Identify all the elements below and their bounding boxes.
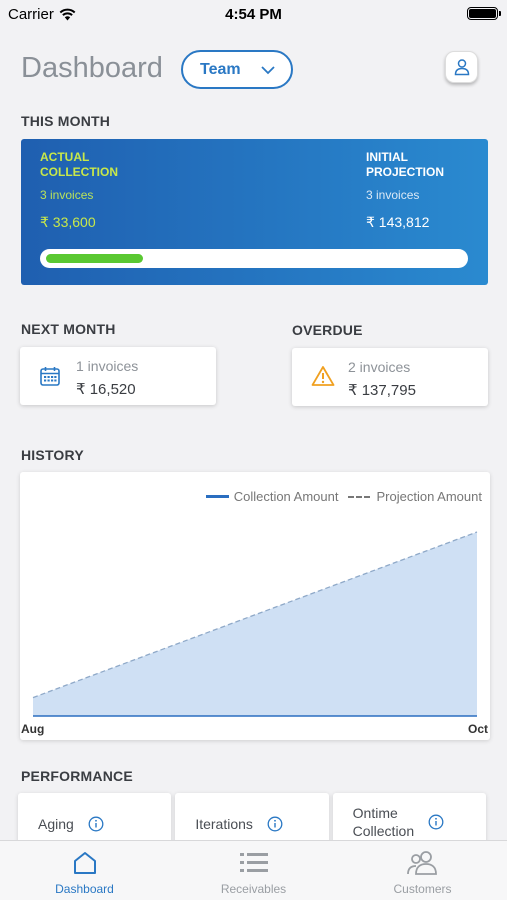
profile-button[interactable]	[445, 51, 478, 83]
history-heading: HISTORY	[21, 447, 84, 463]
this-month-heading: THIS MONTH	[21, 113, 111, 129]
initial-projection-title: INITIAL PROJECTION	[366, 150, 445, 179]
overdue-invoices: 2 invoices	[348, 359, 411, 375]
tab-receivables-label: Receivables	[220, 882, 287, 896]
people-icon	[406, 851, 437, 875]
overdue-heading: OVERDUE	[292, 322, 363, 338]
tab-customers-label: Customers	[393, 882, 452, 896]
calendar-icon	[40, 367, 60, 386]
next-month-amount: ₹ 16,520	[76, 381, 136, 398]
overdue-amount: ₹ 137,795	[348, 382, 416, 399]
collection-progress-fill	[46, 254, 143, 263]
team-dropdown[interactable]: Team	[181, 50, 293, 89]
next-month-card[interactable]: 1 invoices ₹ 16,520	[20, 347, 216, 405]
iterations-label: Iterations	[195, 816, 253, 833]
chevron-down-icon	[261, 66, 275, 75]
actual-collection: ACTUAL COLLECTION 3 invoices ₹ 33,600	[40, 150, 118, 231]
next-month-heading: NEXT MONTH	[21, 321, 116, 337]
x-tick-end: Oct	[467, 722, 488, 736]
tab-customers[interactable]: Customers	[338, 841, 507, 900]
aging-label: Aging	[38, 816, 74, 833]
warning-icon	[311, 366, 335, 386]
user-icon	[454, 59, 469, 76]
history-plot	[32, 531, 478, 717]
projection-amount: ₹ 143,812	[366, 214, 430, 230]
battery-icon	[467, 7, 501, 20]
page-title: Dashboard	[21, 52, 163, 84]
tab-bar: Dashboard Receivables Customers	[0, 840, 507, 900]
tab-dashboard[interactable]: Dashboard	[0, 841, 169, 900]
collection-progress-bar	[40, 249, 468, 268]
this-month-card[interactable]: ACTUAL COLLECTION 3 invoices ₹ 33,600 IN…	[21, 139, 488, 285]
initial-projection: INITIAL PROJECTION 3 invoices ₹ 143,812	[366, 150, 444, 231]
actual-invoices: 3 invoices	[40, 188, 94, 202]
projection-invoices: 3 invoices	[366, 188, 420, 202]
history-chart: Collection Amount Projection Amount Aug …	[20, 472, 490, 740]
tab-receivables[interactable]: Receivables	[169, 841, 338, 900]
projection-area	[33, 532, 477, 716]
info-icon[interactable]	[428, 814, 444, 830]
home-icon	[73, 852, 96, 874]
overdue-card[interactable]: 2 invoices ₹ 137,795	[292, 348, 488, 406]
actual-collection-title: ACTUAL COLLECTION	[40, 150, 118, 179]
actual-amount: ₹ 33,600	[40, 214, 96, 230]
info-icon[interactable]	[267, 816, 283, 832]
status-bar: Carrier 4:54 PM	[0, 0, 507, 28]
tab-dashboard-label: Dashboard	[55, 882, 114, 896]
ontime-collection-label: Ontime Collection	[352, 805, 415, 839]
list-icon	[239, 853, 268, 872]
clock: 4:54 PM	[225, 6, 282, 23]
team-dropdown-label: Team	[200, 60, 241, 78]
info-icon[interactable]	[88, 816, 104, 832]
performance-heading: PERFORMANCE	[21, 768, 133, 784]
x-tick-start: Aug	[21, 722, 45, 736]
next-month-invoices: 1 invoices	[76, 358, 139, 374]
